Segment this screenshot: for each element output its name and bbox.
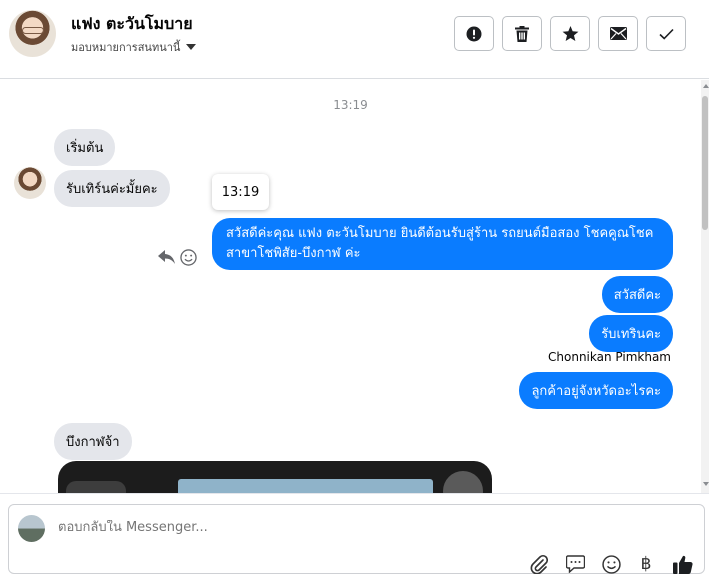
message-thread[interactable]: 13:19 เริ่มต้น รับเทิร์นค่ะมั้ยคะ 13:19 … [0,80,701,493]
assign-conversation-dropdown[interactable]: มอบหมายการสนทนานี้ [71,38,197,56]
sender-name: Chonnikan Pimkham [548,350,671,364]
scrollbar-thumb[interactable] [702,96,708,230]
reply-composer: ฿ [0,493,709,578]
outgoing-message[interactable]: สวัสดีคะ [601,276,673,313]
emoji-button[interactable] [600,553,622,575]
outgoing-message[interactable]: รับเทรินคะ [589,315,673,352]
saved-replies-button[interactable] [564,553,586,575]
outgoing-message[interactable]: สวัสดีค่ะคุณ แฟง ตะวันโมบาย ยินดีต้อนรับ… [212,218,673,270]
like-button[interactable] [672,553,694,575]
chat-bubble-icon [565,555,585,573]
star-button[interactable] [550,16,590,51]
contact-name[interactable]: แฟง ตะวันโมบาย [71,12,193,37]
mark-spam-button[interactable] [454,16,494,51]
exclamation-icon [466,26,482,41]
star-icon [562,25,578,41]
message-timestamp: 13:19 [333,98,368,112]
mark-unread-button[interactable] [598,16,638,51]
scroll-down-arrow-icon[interactable] [703,482,709,486]
baht-icon: ฿ [640,554,652,574]
time-tooltip: 13:19 [212,174,269,210]
thumbs-up-icon [673,555,693,574]
incoming-message[interactable]: เริ่มต้น [54,129,116,166]
envelope-icon [609,27,627,40]
paperclip-icon [530,554,548,574]
smiley-icon [601,554,621,574]
incoming-message[interactable]: รับเทิร์นค่ะมั้ยคะ [54,170,170,207]
done-button[interactable] [646,16,686,51]
smiley-icon[interactable] [180,249,197,266]
attach-button[interactable] [528,553,550,575]
reply-input[interactable] [58,520,558,535]
reply-icon[interactable] [158,250,176,265]
contact-avatar-small [14,167,46,199]
incoming-photo[interactable] [58,461,492,493]
assign-label: มอบหมายการสนทนานี้ [71,41,181,54]
delete-button[interactable] [502,16,542,51]
payment-button[interactable]: ฿ [635,553,657,575]
scroll-up-arrow-icon[interactable] [703,84,709,88]
trash-icon [515,25,529,42]
message-actions [158,249,197,266]
caret-down-icon [186,44,197,50]
outgoing-message[interactable]: ลูกค้าอยู่จังหวัดอะไรคะ [519,372,673,409]
conversation-header: แฟง ตะวันโมบาย มอบหมายการสนทนานี้ [0,0,709,79]
checkmark-icon [658,28,674,40]
incoming-message[interactable]: บึงกาฬจ้า [54,423,132,460]
contact-avatar[interactable] [9,10,56,57]
page-avatar [18,515,45,542]
